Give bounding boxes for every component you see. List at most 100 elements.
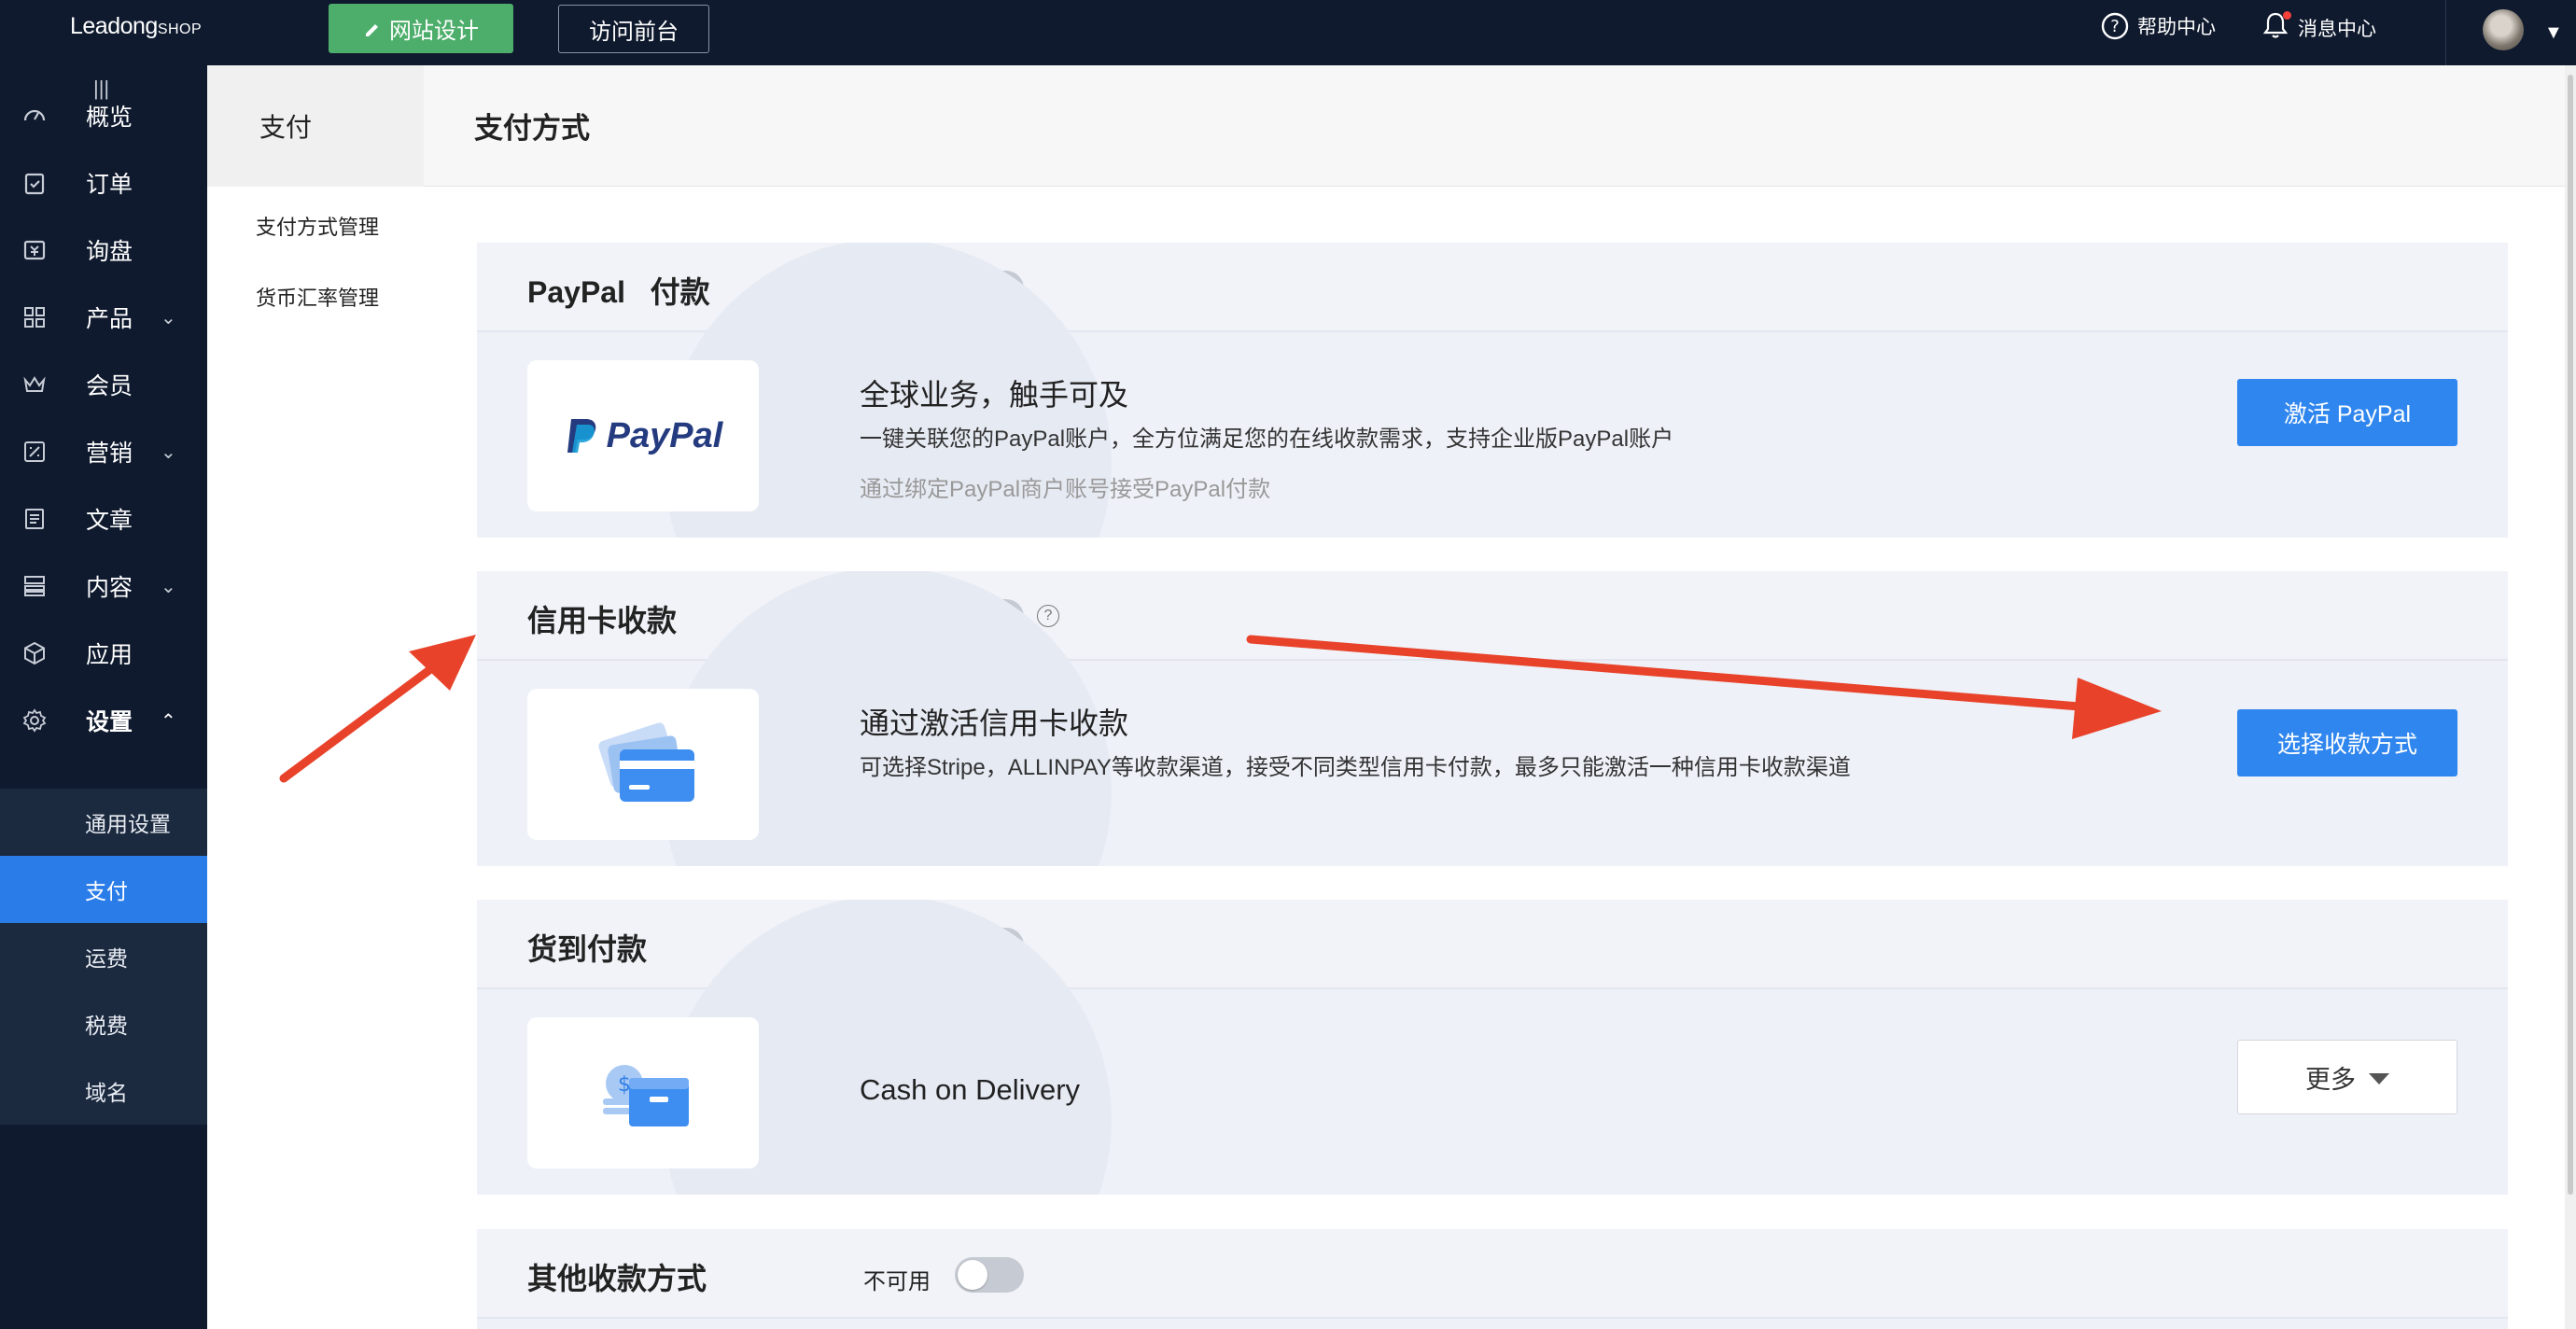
paypal-p-icon <box>567 419 595 453</box>
submenu-label: 税费 <box>85 1014 128 1038</box>
sidebar-item-label: 概览 <box>86 105 133 131</box>
logo-main: Leadong <box>70 13 158 39</box>
help-circle-icon: ? <box>2101 12 2129 40</box>
sidebar-item-label: 设置 <box>86 709 133 735</box>
card-body-note: 通过绑定PayPal商户账号接受PayPal付款 <box>860 477 1271 502</box>
card-body: PayPal 全球业务，触手可及 一键关联您的PayPal账户，全方位满足您的在… <box>477 243 2508 538</box>
submenu-item-tax[interactable]: 税费 <box>0 990 207 1057</box>
message-center-label: 消息中心 <box>2298 19 2376 40</box>
submenu-item-domain[interactable]: 域名 <box>0 1057 207 1125</box>
paypal-logo-text: PayPal <box>606 415 723 455</box>
card-body-desc: 一键关联您的PayPal账户，全方位满足您的在线收款需求，支持企业版PayPal… <box>860 427 1674 452</box>
chevron-down-icon: ⌄ <box>161 576 176 597</box>
logo-sub: SHOP <box>157 21 203 37</box>
sidebar-item-label: 内容 <box>86 575 133 601</box>
choose-payment-method-button[interactable]: 选择收款方式 <box>2237 709 2457 776</box>
card-title: 信用卡收款 <box>527 604 678 637</box>
sidebar-item-label: 产品 <box>86 306 133 332</box>
website-design-label: 网站设计 <box>389 19 479 44</box>
inquiry-icon <box>22 238 47 262</box>
visit-storefront-button[interactable]: 访问前台 <box>558 5 709 53</box>
svg-text:?: ? <box>2110 17 2120 36</box>
toggle-knob <box>958 1260 987 1290</box>
svg-text:$: $ <box>618 1073 631 1097</box>
help-icon[interactable]: ? <box>1037 605 1059 627</box>
activate-paypal-button[interactable]: 激活 PayPal <box>2237 379 2457 446</box>
dashboard-icon <box>22 104 47 128</box>
cash-on-delivery-card: 货到付款 不可用 $ Cash on Delivery 更多 <box>477 900 2508 1195</box>
content-icon <box>22 574 47 598</box>
secondary-item-currency-rates[interactable]: 货币汇率管理 <box>207 261 424 332</box>
sidebar-item-label: 应用 <box>86 642 133 668</box>
scrollbar-thumb[interactable] <box>2568 75 2573 1195</box>
vertical-scrollbar[interactable] <box>2565 65 2576 1329</box>
card-title: 其他收款方式 <box>527 1262 707 1295</box>
marketing-icon <box>22 440 47 464</box>
secondary-item-payment-methods[interactable]: 支付方式管理 <box>207 190 424 261</box>
top-bar: LeadongSHOP 网站设计 访问前台 ? 帮助中心 消息中心 ▼ <box>0 0 2576 65</box>
submenu-item-payment[interactable]: 支付 <box>0 856 207 923</box>
pencil-icon <box>366 23 378 36</box>
order-icon <box>22 171 47 195</box>
brand-logo[interactable]: LeadongSHOP <box>70 13 202 40</box>
submenu-item-shipping[interactable]: 运费 <box>0 923 207 990</box>
sidebar-item-label: 订单 <box>86 172 133 198</box>
card-body: $ Cash on Delivery 更多 <box>477 900 2508 1195</box>
help-center-link[interactable]: ? 帮助中心 <box>2100 11 2216 41</box>
sidebar-item-content[interactable]: 内容 ⌄ <box>0 553 207 620</box>
message-center-link[interactable]: 消息中心 <box>2262 11 2376 45</box>
sidebar-item-label: 会员 <box>86 373 133 399</box>
submenu-label: 支付 <box>85 879 128 903</box>
submenu-label: 通用设置 <box>85 812 171 836</box>
visit-storefront-label: 访问前台 <box>589 19 679 45</box>
sidebar-item-products[interactable]: 产品 ⌄ <box>0 284 207 351</box>
left-sidebar: ||| 概览 订单 询盘 产品 ⌄ 会员 营销 ⌄ 文章 内容 ⌄ 应用 设置 … <box>0 65 207 1329</box>
avatar[interactable] <box>2483 9 2524 50</box>
other-payment-card: 其他收款方式 不可用 <box>477 1229 2508 1329</box>
secondary-menu-title: 支付 <box>207 65 424 187</box>
submenu-label: 运费 <box>85 946 128 971</box>
sidebar-item-orders[interactable]: 订单 <box>0 149 207 217</box>
card-body: 通过激活信用卡收款 可选择Stripe，ALLINPAY等收款渠道，接受不同类型… <box>477 571 2508 866</box>
sidebar-item-apps[interactable]: 应用 <box>0 620 207 687</box>
chevron-down-icon: ⌄ <box>161 441 176 463</box>
card-body-title: Cash on Delivery <box>860 1073 1081 1106</box>
secondary-menu: 支付 支付方式管理 货币汇率管理 <box>207 65 424 1329</box>
sidebar-item-members[interactable]: 会员 <box>0 351 207 418</box>
member-icon <box>22 372 47 397</box>
help-center-label: 帮助中心 <box>2137 17 2216 38</box>
sidebar-item-articles[interactable]: 文章 <box>0 485 207 553</box>
sidebar-item-marketing[interactable]: 营销 ⌄ <box>0 418 207 485</box>
card-body-title: 通过激活信用卡收款 <box>860 706 1129 740</box>
more-button-label: 更多 <box>2305 1065 2356 1094</box>
sidebar-item-overview[interactable]: 概览 <box>0 82 207 149</box>
chevron-up-icon: ⌃ <box>161 710 176 732</box>
card-body-title: 全球业务，触手可及 <box>860 378 1129 412</box>
chevron-down-icon[interactable]: ▼ <box>2544 22 2563 44</box>
submenu-label: 域名 <box>85 1081 128 1105</box>
bell-icon <box>2262 11 2291 45</box>
divider <box>2445 0 2446 65</box>
credit-card-icon <box>527 689 759 840</box>
card-header: 其他收款方式 不可用 <box>477 1229 2508 1319</box>
sidebar-item-settings[interactable]: 设置 ⌃ <box>0 687 207 754</box>
more-button[interactable]: 更多 <box>2237 1040 2457 1114</box>
notification-dot <box>2283 11 2291 20</box>
submenu-item-general[interactable]: 通用设置 <box>0 789 207 856</box>
paypal-logo: PayPal <box>527 360 759 511</box>
card-title: PayPal 付款 <box>527 275 710 309</box>
settings-icon <box>22 708 47 733</box>
settings-submenu-panel: 通用设置 支付 运费 税费 域名 <box>0 789 207 1125</box>
cash-box-icon: $ <box>527 1017 759 1168</box>
chevron-down-icon: ⌄ <box>161 307 176 329</box>
status-label: 不可用 <box>863 1269 931 1294</box>
card-title: 货到付款 <box>527 932 648 966</box>
website-design-button[interactable]: 网站设计 <box>329 4 513 53</box>
product-icon <box>22 305 47 329</box>
paypal-card: PayPal 付款 不可用 PayPal 全球业务，触手可及 一键关联您的Pay… <box>477 243 2508 538</box>
sidebar-item-inquiry[interactable]: 询盘 <box>0 217 207 284</box>
sidebar-item-label: 文章 <box>86 508 133 534</box>
article-icon <box>22 507 47 531</box>
other-toggle[interactable] <box>955 1257 1024 1293</box>
credit-card-card: 信用卡收款 不可用 ? 通过激活信用卡收款 可选择Stripe，ALLINPAY… <box>477 571 2508 866</box>
